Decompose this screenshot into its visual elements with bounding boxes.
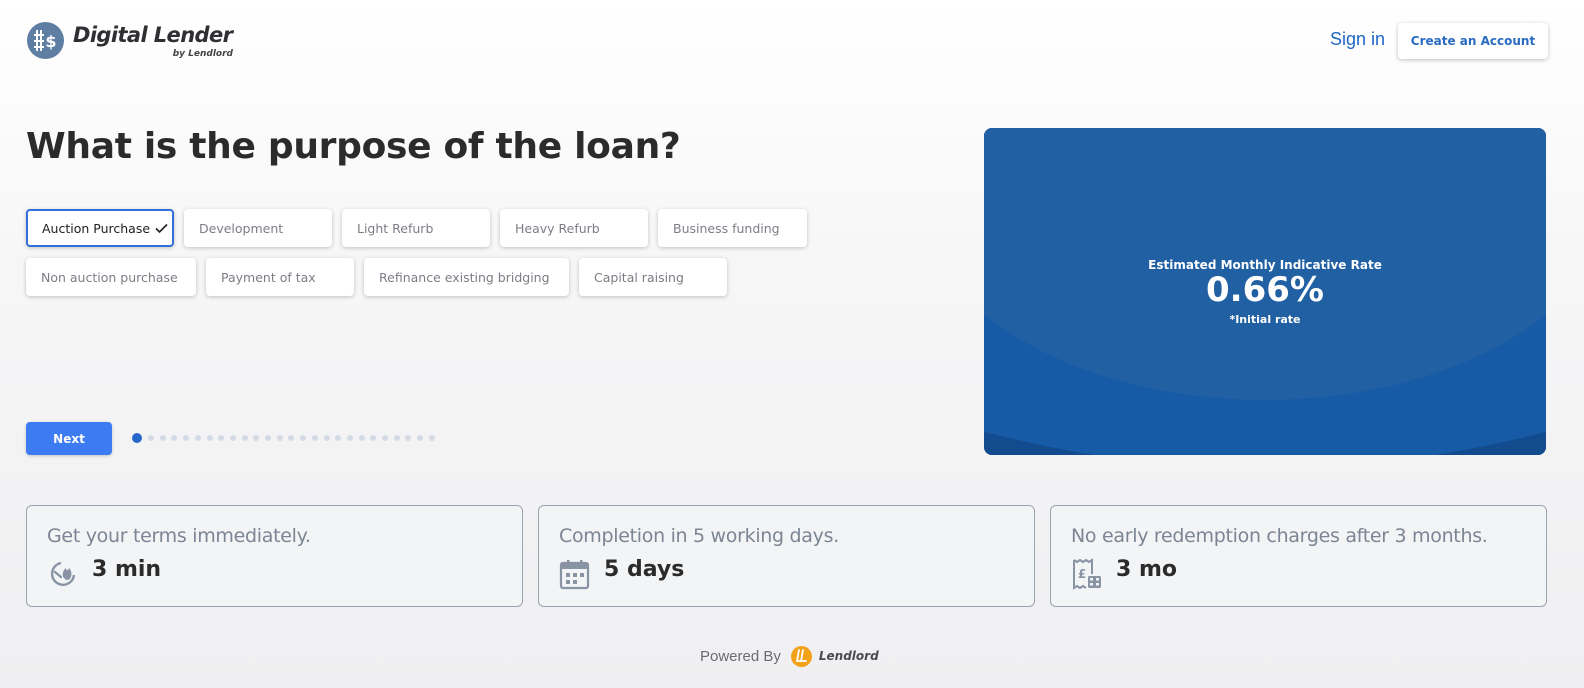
feature-value: 3 mo: [1116, 557, 1178, 582]
progress-dot: [206, 435, 213, 441]
feature-card-terms: Get your terms immediately. 3 min: [26, 505, 523, 607]
option-label: Development: [199, 220, 284, 236]
progress-dot: [358, 435, 365, 441]
logo-icon: $: [27, 21, 64, 59]
progress-dot: [346, 435, 353, 441]
rate-value: 0.66%: [1206, 270, 1324, 310]
progress-dot: [159, 435, 166, 441]
powered-by-label: Powered By: [700, 647, 781, 665]
feature-value: 3 min: [92, 557, 162, 582]
progress-dot: [253, 435, 260, 441]
progress-dot: [241, 435, 248, 441]
check-icon: [155, 223, 168, 234]
feature-title: Completion in 5 working days.: [559, 525, 839, 547]
next-button[interactable]: Next: [26, 422, 112, 455]
create-account-button[interactable]: Create an Account: [1398, 23, 1548, 59]
rate-note: *Initial rate: [1229, 313, 1301, 326]
progress-dot: [265, 435, 271, 441]
footer: Powered By Lendlord: [700, 644, 879, 668]
progress-dot: [276, 435, 283, 441]
feature-title: No early redemption charges after 3 mont…: [1071, 525, 1488, 547]
logo[interactable]: $ Digital Lender by Lendlord: [27, 20, 243, 60]
feature-title: Get your terms immediately.: [47, 525, 311, 547]
option-business-funding[interactable]: Business funding: [658, 209, 807, 247]
option-heavy-refurb[interactable]: Heavy Refurb: [500, 209, 648, 247]
svg-text:$: $: [45, 32, 56, 51]
progress-dot: [288, 435, 295, 441]
option-label: Payment of tax: [221, 269, 316, 285]
progress-dot-active: [132, 433, 142, 443]
option-label: Auction Purchase: [42, 220, 151, 236]
question-title: What is the purpose of the loan?: [26, 126, 681, 167]
option-label: Heavy Refurb: [515, 220, 600, 236]
timer-icon: [47, 558, 79, 590]
feature-card-redemption: No early redemption charges after 3 mont…: [1050, 505, 1547, 607]
progress-dot: [335, 435, 342, 441]
progress-dot: [300, 435, 307, 441]
progress-dot: [370, 435, 377, 441]
option-capital-raising[interactable]: Capital raising: [579, 258, 727, 296]
progress-dot: [382, 435, 388, 441]
logo-title: Digital Lender: [73, 23, 233, 47]
progress-dot: [218, 435, 225, 441]
option-label: Non auction purchase: [41, 269, 178, 285]
receipt-pound-icon: £: [1071, 558, 1103, 590]
progress-dot: [229, 435, 236, 441]
sign-in-link[interactable]: Sign in: [1330, 29, 1385, 50]
option-label: Light Refurb: [357, 220, 434, 236]
progress-dot: [171, 435, 178, 441]
option-label: Refinance existing bridging: [379, 269, 550, 285]
progress-dot: [417, 435, 424, 441]
progress-dot: [311, 435, 318, 441]
option-refinance-existing-bridging[interactable]: Refinance existing bridging: [364, 258, 569, 296]
progress-dot: [194, 435, 201, 441]
progress-dot: [323, 435, 330, 441]
lendlord-logo-icon: [790, 645, 812, 667]
progress-dot: [183, 435, 190, 441]
feature-value: 5 days: [604, 557, 685, 582]
progress-dot: [148, 435, 154, 441]
rate-card: Estimated Monthly Indicative Rate 0.66% …: [984, 128, 1546, 455]
progress-dot: [393, 435, 400, 441]
option-label: Business funding: [673, 220, 780, 236]
svg-text:£: £: [1078, 567, 1086, 581]
option-auction-purchase[interactable]: Auction Purchase: [26, 209, 174, 247]
logo-subtitle: by Lendlord: [172, 49, 233, 59]
progress-dot: [405, 435, 412, 441]
option-light-refurb[interactable]: Light Refurb: [342, 209, 490, 247]
header: $ Digital Lender by Lendlord Sign in Cre…: [0, 0, 1584, 80]
lendlord-brand[interactable]: Lendlord: [819, 649, 879, 663]
option-development[interactable]: Development: [184, 209, 332, 247]
feature-card-completion: Completion in 5 working days. 5 days: [538, 505, 1035, 607]
calendar-icon: [559, 558, 591, 590]
progress-dot: [428, 435, 435, 441]
option-label: Capital raising: [594, 269, 684, 285]
option-payment-of-tax[interactable]: Payment of tax: [206, 258, 354, 296]
option-non-auction-purchase[interactable]: Non auction purchase: [26, 258, 196, 296]
